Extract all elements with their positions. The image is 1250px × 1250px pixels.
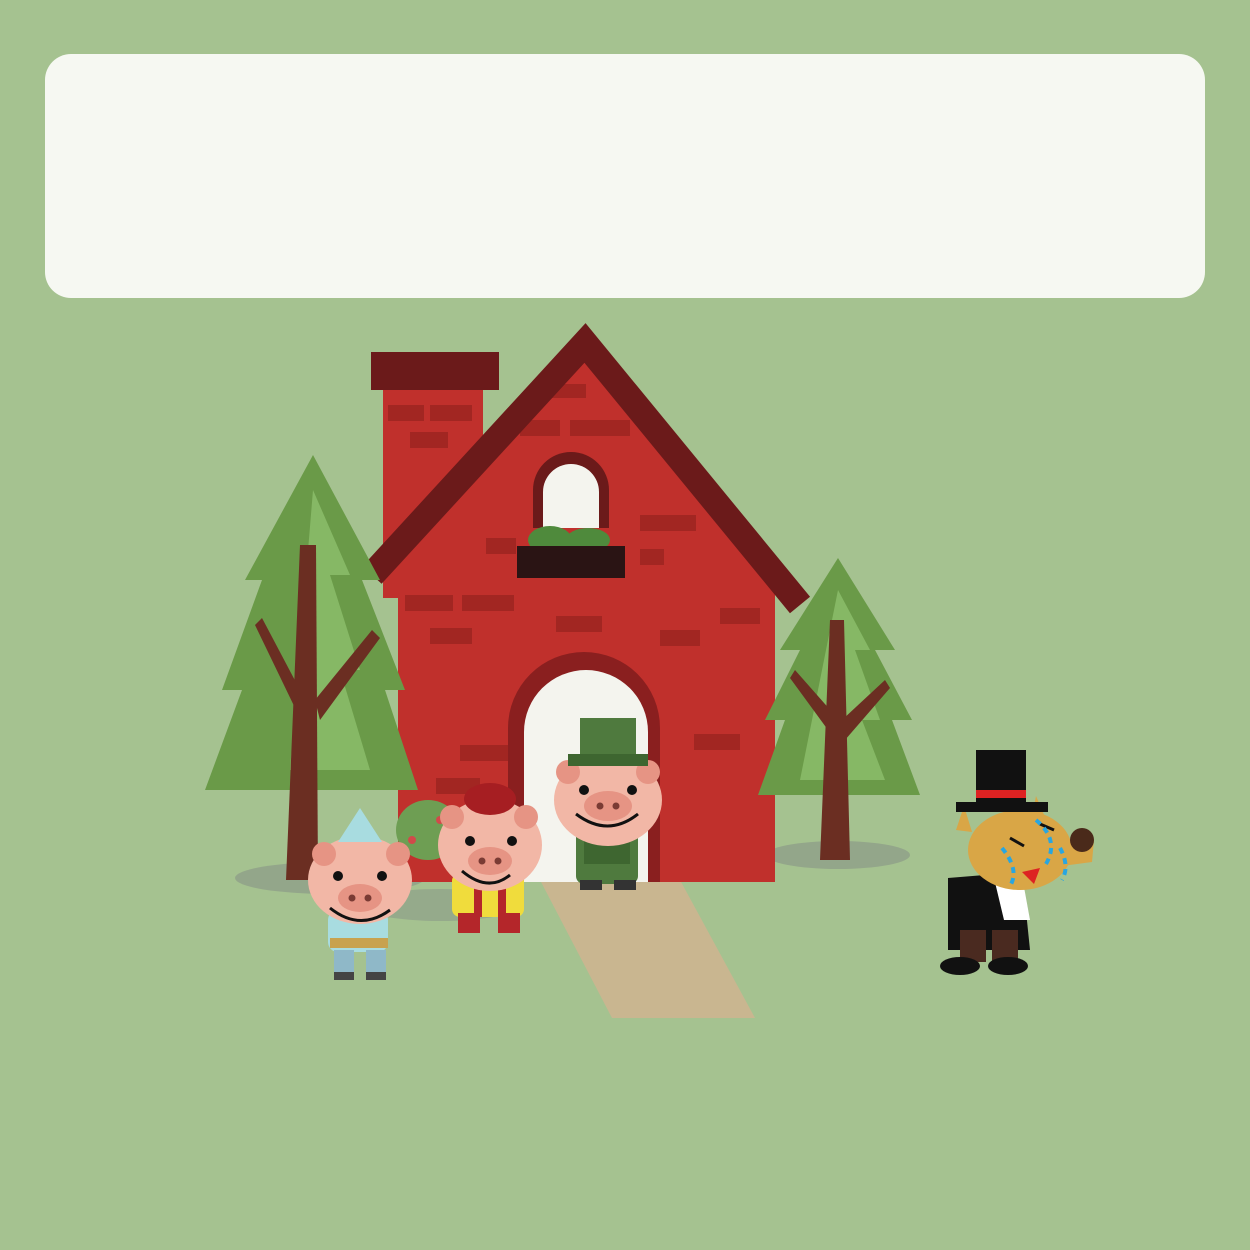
pig-red-hat[interactable] bbox=[438, 783, 542, 933]
house-path bbox=[540, 880, 755, 1018]
wolf-top-hat[interactable] bbox=[940, 750, 1094, 975]
scene-illustration bbox=[205, 323, 1094, 1018]
game-stage bbox=[0, 0, 1250, 1250]
